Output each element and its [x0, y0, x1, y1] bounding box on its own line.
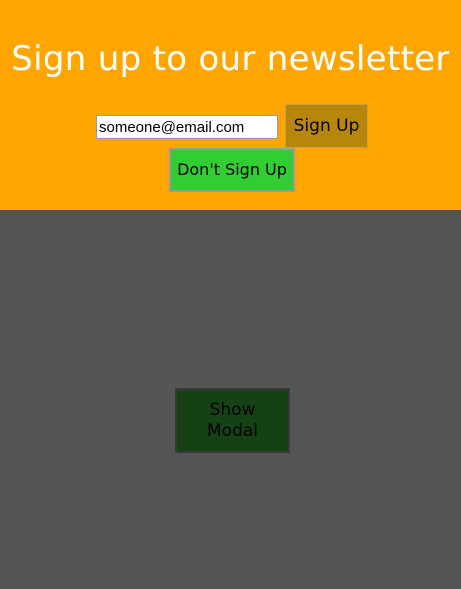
dont-sign-up-button[interactable]: Don't Sign Up: [169, 148, 295, 192]
newsletter-section: Sign up to our newsletter Sign Up Don't …: [0, 0, 461, 210]
show-modal-button[interactable]: Show Modal: [175, 388, 290, 453]
email-input[interactable]: [96, 115, 278, 139]
show-modal-label-line2: Modal: [207, 420, 258, 441]
newsletter-title: Sign up to our newsletter: [11, 39, 450, 79]
show-modal-label-line1: Show: [209, 399, 256, 420]
sign-up-button[interactable]: Sign Up: [285, 104, 368, 148]
